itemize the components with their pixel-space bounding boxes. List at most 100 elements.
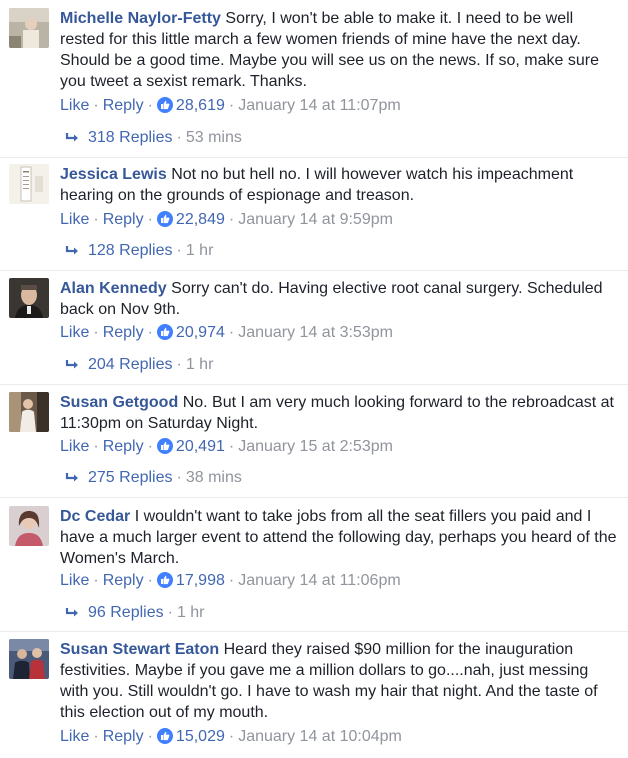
reply-arrow-icon <box>64 243 82 263</box>
replies-count[interactable]: 204 Replies <box>82 356 173 373</box>
comment-actions: Like · Reply · 28,619 · January 14 at 11:07pm <box>60 96 401 116</box>
reply-link[interactable]: Reply <box>103 324 144 341</box>
like-link[interactable]: Like <box>60 97 89 114</box>
replies-count[interactable]: 275 Replies <box>82 469 173 486</box>
separator: · <box>147 97 153 114</box>
avatar[interactable] <box>9 506 49 546</box>
comment-timestamp[interactable]: January 14 at 10:04pm <box>238 728 402 745</box>
replies-age: 1 hr <box>185 242 214 259</box>
reply-link[interactable]: Reply <box>103 211 144 228</box>
separator: · <box>228 211 235 228</box>
comment-body: Michelle Naylor-Fetty Sorry, I won't be … <box>60 8 620 92</box>
separator: · <box>167 604 173 621</box>
separator: · <box>176 356 182 373</box>
reaction-count[interactable]: 22,849 <box>176 211 225 228</box>
comment-actions: Like · Reply · 22,849 · January 14 at 9:59pm <box>60 210 393 230</box>
reaction-count[interactable]: 20,974 <box>176 324 225 341</box>
separator: · <box>147 324 153 341</box>
replies-count[interactable]: 128 Replies <box>82 242 173 259</box>
comment-timestamp[interactable]: January 15 at 2:53pm <box>238 438 393 455</box>
reaction-count[interactable]: 28,619 <box>176 97 225 114</box>
reaction-count[interactable]: 17,998 <box>176 572 225 589</box>
like-link[interactable]: Like <box>60 324 89 341</box>
separator: · <box>147 728 153 745</box>
replies-count[interactable]: 96 Replies <box>82 604 164 621</box>
reply-arrow-icon <box>64 357 82 377</box>
comment-timestamp[interactable]: January 14 at 3:53pm <box>238 324 393 341</box>
avatar[interactable] <box>9 8 49 48</box>
reaction-count[interactable]: 15,029 <box>176 728 225 745</box>
reply-link[interactable]: Reply <box>103 728 144 745</box>
separator: · <box>228 438 235 455</box>
thumbs-up-icon <box>156 728 173 744</box>
separator: · <box>228 728 235 745</box>
separator: · <box>93 97 99 114</box>
reply-link[interactable]: Reply <box>103 438 144 455</box>
reply-arrow-icon <box>64 470 82 490</box>
reply-link[interactable]: Reply <box>103 97 144 114</box>
thumbs-up-icon <box>156 324 173 340</box>
replies-count[interactable]: 318 Replies <box>82 129 173 146</box>
separator: · <box>147 572 153 589</box>
avatar[interactable] <box>9 278 49 318</box>
comment-timestamp[interactable]: January 14 at 11:06pm <box>238 572 400 589</box>
comment-actions: Like · Reply · 20,974 · January 14 at 3:53pm <box>60 323 393 343</box>
separator: · <box>228 324 235 341</box>
view-replies-link[interactable]: 128 Replies · 1 hr <box>64 241 213 261</box>
comment-body: Susan Getgood No. But I am very much loo… <box>60 392 620 434</box>
comment-timestamp[interactable]: January 14 at 9:59pm <box>238 211 393 228</box>
separator: · <box>228 97 235 114</box>
comment-actions: Like · Reply · 17,998 · January 14 at 11:06pm <box>60 571 401 591</box>
separator: · <box>93 438 99 455</box>
like-link[interactable]: Like <box>60 728 89 745</box>
comment-actions: Like · Reply · 20,491 · January 15 at 2:53pm <box>60 437 393 457</box>
like-link[interactable]: Like <box>60 438 89 455</box>
view-replies-link[interactable]: 275 Replies · 38 mins <box>64 468 242 488</box>
separator: · <box>228 572 235 589</box>
thumbs-up-icon <box>156 438 173 454</box>
like-link[interactable]: Like <box>60 211 89 228</box>
reply-link[interactable]: Reply <box>103 572 144 589</box>
replies-age: 1 hr <box>185 356 214 373</box>
thumbs-up-icon <box>156 211 173 227</box>
avatar[interactable] <box>9 164 49 204</box>
divider <box>0 157 628 158</box>
comment-author[interactable]: Michelle Naylor-Fetty <box>60 10 221 27</box>
comment-author[interactable]: Alan Kennedy <box>60 280 167 297</box>
comment-text: I wouldn't want to take jobs from all th… <box>60 508 617 567</box>
comment-author[interactable]: Jessica Lewis <box>60 166 167 183</box>
separator: · <box>93 211 99 228</box>
comment-author[interactable]: Dc Cedar <box>60 508 130 525</box>
reaction-count[interactable]: 20,491 <box>176 438 225 455</box>
separator: · <box>147 438 153 455</box>
view-replies-link[interactable]: 204 Replies · 1 hr <box>64 355 213 375</box>
separator: · <box>93 572 99 589</box>
comment-body: Jessica Lewis Not no but hell no. I will… <box>60 164 620 206</box>
avatar[interactable] <box>9 639 49 679</box>
comment-body: Alan Kennedy Sorry can't do. Having elec… <box>60 278 620 320</box>
comment-body: Susan Stewart Eaton Heard they raised $9… <box>60 639 620 723</box>
comment-author[interactable]: Susan Stewart Eaton <box>60 641 219 658</box>
comment-actions: Like · Reply · 15,029 · January 14 at 10:04pm <box>60 727 402 747</box>
divider <box>0 384 628 385</box>
thumbs-up-icon <box>156 572 173 588</box>
comment-author[interactable]: Susan Getgood <box>60 394 178 411</box>
separator: · <box>176 242 182 259</box>
like-link[interactable]: Like <box>60 572 89 589</box>
separator: · <box>93 324 99 341</box>
separator: · <box>176 469 182 486</box>
divider <box>0 270 628 271</box>
comment-body: Dc Cedar I wouldn't want to take jobs fr… <box>60 506 620 569</box>
divider <box>0 497 628 498</box>
reply-arrow-icon <box>64 605 82 625</box>
comment-timestamp[interactable]: January 14 at 11:07pm <box>238 97 400 114</box>
separator: · <box>147 211 153 228</box>
separator: · <box>176 129 182 146</box>
replies-age: 1 hr <box>176 604 205 621</box>
thumbs-up-icon <box>156 97 173 113</box>
avatar[interactable] <box>9 392 49 432</box>
view-replies-link[interactable]: 318 Replies · 53 mins <box>64 128 242 148</box>
view-replies-link[interactable]: 96 Replies · 1 hr <box>64 603 205 623</box>
separator: · <box>93 728 99 745</box>
divider <box>0 631 628 632</box>
